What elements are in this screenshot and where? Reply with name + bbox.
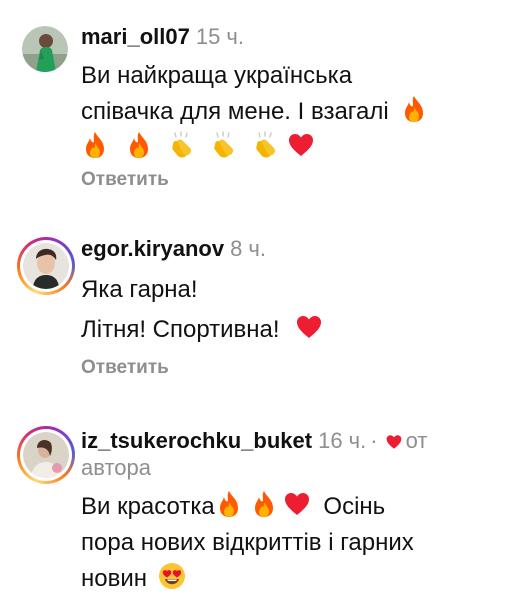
fire-icon bbox=[216, 490, 242, 518]
fire-icon bbox=[82, 131, 108, 159]
clapping-hands-icon bbox=[167, 131, 195, 159]
reply-button[interactable]: Ответить bbox=[81, 357, 169, 379]
separator: · bbox=[370, 428, 378, 453]
comment-text: Ви красотка Осінь пора нових відкриттів … bbox=[81, 489, 414, 597]
comment-line-text: Ви красотка bbox=[81, 493, 215, 520]
fire-icon bbox=[251, 490, 277, 518]
story-ring[interactable] bbox=[17, 426, 75, 484]
comment-text: Яка гарна! Літня! Спортивна! bbox=[81, 270, 323, 350]
user-avatar-icon bbox=[23, 243, 69, 289]
clapping-hands-icon bbox=[251, 131, 279, 159]
comment-line-text: Осінь bbox=[323, 493, 386, 520]
comment-text: Ви найкраща українська співачка для мене… bbox=[81, 58, 428, 166]
story-ring[interactable] bbox=[17, 237, 75, 295]
comment-line-3: новин bbox=[81, 561, 414, 597]
comment-line-text: співачка для мене. І взагалі bbox=[81, 98, 389, 125]
comment-line: Ви найкраща українська bbox=[81, 62, 353, 89]
fire-icon bbox=[126, 131, 152, 159]
fire-icon bbox=[401, 95, 427, 123]
comment-header: iz_tsukerochku_buket 16 ч. · от bbox=[81, 427, 427, 455]
clapping-hands-icon bbox=[209, 131, 237, 159]
reply-button[interactable]: Ответить bbox=[81, 169, 169, 191]
timestamp: 16 ч. bbox=[318, 428, 367, 453]
user-avatar-icon[interactable] bbox=[22, 26, 68, 72]
comment-header: mari_oll07 15 ч. bbox=[81, 23, 244, 51]
red-heart-icon bbox=[288, 131, 314, 159]
username[interactable]: iz_tsukerochku_buket bbox=[81, 428, 312, 453]
username[interactable]: egor.kiryanov bbox=[81, 236, 224, 261]
heart-eyes-face-icon bbox=[158, 562, 186, 590]
timestamp: 8 ч. bbox=[230, 236, 266, 261]
red-heart-icon bbox=[284, 490, 310, 518]
author-label-2: автора bbox=[81, 455, 151, 480]
comment-line-text: Літня! Спортивна! bbox=[81, 316, 280, 343]
comment-line-2: пора нових відкриттів і гарних bbox=[81, 529, 414, 556]
red-heart-icon bbox=[296, 313, 322, 341]
comment-line-text: новин bbox=[81, 565, 148, 592]
comment-line-2: Літня! Спортивна! bbox=[81, 310, 323, 350]
username[interactable]: mari_oll07 bbox=[81, 24, 190, 49]
comment-header: egor.kiryanov 8 ч. bbox=[81, 235, 266, 263]
user-avatar-icon bbox=[23, 432, 69, 478]
comment-line-2: співачка для мене. І взагалі bbox=[81, 94, 428, 130]
comment-line: Ви красотка Осінь bbox=[81, 489, 414, 525]
comment-line: Яка гарна! bbox=[81, 276, 198, 303]
comment-line-3 bbox=[81, 130, 428, 166]
timestamp: 15 ч. bbox=[195, 24, 245, 49]
author-label: от bbox=[405, 428, 428, 453]
small-red-heart-icon bbox=[386, 434, 402, 450]
